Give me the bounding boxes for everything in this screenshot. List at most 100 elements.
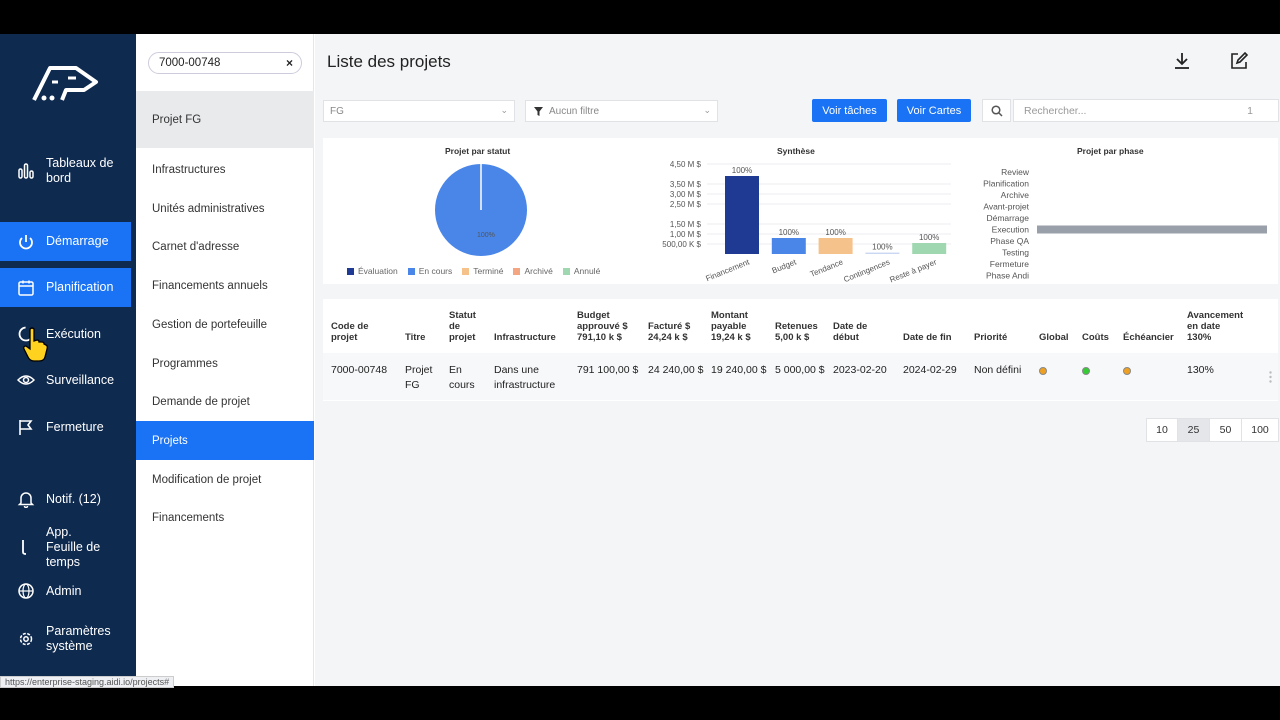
- nav-item-execution[interactable]: Exécution: [0, 315, 131, 353]
- legend-item[interactable]: Annulé: [562, 266, 601, 276]
- col-header-titre[interactable]: Titre: [405, 332, 425, 343]
- chevron-down-icon: ⌄: [703, 105, 711, 115]
- row-menu-icon[interactable]: [1269, 371, 1272, 383]
- sub-item-modification-projet[interactable]: Modification de projet: [136, 460, 314, 499]
- legend-swatch: [562, 267, 570, 275]
- logo: [32, 66, 98, 101]
- projects-table: Code de projet Titre Statut de projet In…: [323, 299, 1278, 401]
- view-tasks-button[interactable]: Voir tâches: [812, 99, 887, 122]
- filter-dropdown[interactable]: Aucun filtre ⌄: [525, 100, 718, 122]
- col-header-echeancier[interactable]: Échéancier: [1123, 332, 1174, 343]
- col-header-payable[interactable]: Montant payable 19,24 k $: [711, 310, 767, 343]
- cell-code[interactable]: 7000-00748: [331, 363, 387, 378]
- view-cards-button[interactable]: Voir Cartes: [897, 99, 971, 122]
- sub-item-financements[interactable]: Financements: [136, 498, 314, 537]
- bar[interactable]: [771, 238, 806, 254]
- nav-item-tableaux-de-bord[interactable]: Tableaux de bord: [0, 154, 131, 188]
- col-header-retenues[interactable]: Retenues 5,00 k $: [775, 321, 825, 343]
- sub-item-unites-administratives[interactable]: Unités administratives: [136, 189, 314, 228]
- nav-item-planification[interactable]: Planification: [0, 268, 131, 307]
- col-header-couts[interactable]: Coûts: [1082, 332, 1109, 343]
- nav-label: Exécution: [46, 326, 101, 341]
- col-header-avancement[interactable]: Avancement en date 130%: [1187, 310, 1247, 343]
- edit-icon[interactable]: [1228, 50, 1250, 72]
- nav-item-parametres[interactable]: Paramètres système: [0, 618, 131, 660]
- bar-data-label: 100%: [919, 233, 939, 242]
- col-header-budget[interactable]: Budget approuvé $ 791,10 k $: [577, 310, 637, 343]
- sub-menu: 7000-00748 × Projet FG Infrastructures U…: [136, 34, 314, 686]
- sub-item-financements-annuels[interactable]: Financements annuels: [136, 266, 314, 305]
- col-header-global[interactable]: Global: [1039, 332, 1069, 343]
- col-header-priorite[interactable]: Priorité: [974, 332, 1007, 343]
- sub-item-gestion-portefeuille[interactable]: Gestion de portefeuille: [136, 305, 314, 344]
- sub-item-carnet-adresse[interactable]: Carnet d'adresse: [136, 227, 314, 266]
- legend-label: Annulé: [573, 266, 601, 276]
- nav-label: App. Feuille de temps: [46, 524, 101, 569]
- download-icon[interactable]: [1171, 50, 1193, 72]
- y-category-label: Phase QA: [990, 236, 1029, 246]
- nav-item-feuille-de-temps[interactable]: App. Feuille de temps: [0, 522, 131, 572]
- col-header-code[interactable]: Code de projet: [331, 321, 381, 343]
- col-header-infrastructure[interactable]: Infrastructure: [494, 332, 556, 343]
- y-tick-label: 1,50 M $: [670, 220, 702, 229]
- project-search-input[interactable]: 7000-00748 ×: [148, 52, 302, 74]
- nav-item-surveillance[interactable]: Surveillance: [0, 361, 131, 399]
- legend-item[interactable]: Évaluation: [347, 266, 398, 276]
- search-button[interactable]: [982, 99, 1011, 122]
- filter-select[interactable]: FG ⌄: [323, 100, 515, 122]
- page-size-50[interactable]: 50: [1209, 418, 1242, 442]
- col-header-debut[interactable]: Date de début: [833, 321, 873, 343]
- x-tick-label: Budget: [771, 257, 799, 275]
- nav-label: Tableaux de bord: [46, 156, 114, 185]
- y-tick-label: 3,00 M $: [670, 190, 702, 199]
- bar[interactable]: [865, 252, 900, 254]
- legend-item[interactable]: Terminé: [462, 266, 503, 276]
- sub-menu-header[interactable]: Projet FG: [136, 91, 314, 148]
- app-window: Tableaux de bord Démarrage Planification…: [0, 34, 1280, 686]
- phase-bar[interactable]: [1037, 225, 1267, 234]
- col-header-fin[interactable]: Date de fin: [903, 332, 952, 343]
- bar[interactable]: [818, 238, 853, 254]
- bar[interactable]: [725, 176, 759, 254]
- cell-budget: 791 100,00 $: [577, 364, 639, 376]
- legend-swatch: [407, 267, 415, 275]
- funnel-icon: [534, 106, 543, 116]
- legend-label: En cours: [418, 266, 453, 276]
- y-category-label: Execution: [992, 225, 1030, 235]
- nav-item-demarrage[interactable]: Démarrage: [0, 222, 131, 261]
- synthese-bar-chart: 4,50 M $ 3,50 M $3,00 M $2,50 M $ 1,50 M $…: [662, 160, 951, 284]
- sub-item-programmes[interactable]: Programmes: [136, 344, 314, 383]
- legend-label: Évaluation: [358, 266, 398, 276]
- nav-item-admin[interactable]: Admin: [0, 572, 131, 610]
- cell-payable: 19 240,00 $: [711, 364, 767, 376]
- sub-item-demande-projet[interactable]: Demande de projet: [136, 382, 314, 421]
- search-icon: [990, 104, 1003, 117]
- bell-icon: [16, 489, 36, 509]
- clear-search-icon[interactable]: ×: [286, 56, 293, 70]
- page-size-100[interactable]: 100: [1241, 418, 1279, 442]
- page-size-25[interactable]: 25: [1177, 418, 1210, 442]
- legend-item[interactable]: Archivé: [513, 266, 553, 276]
- eye-icon: [16, 370, 36, 390]
- col-header-statut[interactable]: Statut de projet: [449, 310, 481, 343]
- y-category-label: Démarrage: [986, 213, 1029, 223]
- bar-chart-icon: [16, 161, 36, 181]
- y-tick-label: 500,00 K $: [662, 240, 701, 249]
- chevron-down-icon: ⌄: [500, 105, 508, 115]
- pie-legend: Évaluation En cours Terminé Archivé Annulé: [347, 266, 600, 276]
- status-dot-global: [1039, 367, 1047, 375]
- legend-item[interactable]: En cours: [407, 266, 453, 276]
- col-header-facture[interactable]: Facturé $ 24,24 k $: [648, 321, 700, 343]
- search-input[interactable]: Rechercher... 1: [1013, 99, 1279, 122]
- sub-item-infrastructures[interactable]: Infrastructures: [136, 150, 314, 189]
- filter-dropdown-value: Aucun filtre: [549, 105, 600, 117]
- y-category-label: Planification: [983, 179, 1029, 189]
- page-size-10[interactable]: 10: [1146, 418, 1178, 442]
- y-category-label: Fermeture: [990, 259, 1029, 269]
- nav-item-notifications[interactable]: Notif. (12): [0, 480, 131, 518]
- sub-item-projets[interactable]: Projets: [136, 421, 314, 460]
- timesheet-icon: [16, 537, 36, 557]
- bar[interactable]: [912, 243, 947, 254]
- nav-item-fermeture[interactable]: Fermeture: [0, 408, 131, 446]
- power-icon: [16, 232, 36, 252]
